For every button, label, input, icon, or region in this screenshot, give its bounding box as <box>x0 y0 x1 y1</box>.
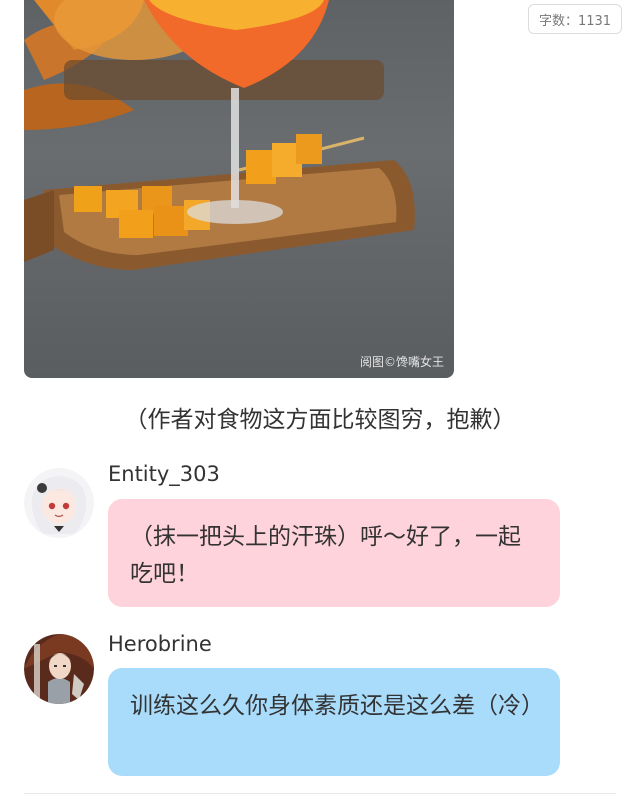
divider <box>24 793 616 794</box>
username-herobrine[interactable]: Herobrine <box>108 632 212 656</box>
username-entity-303[interactable]: Entity_303 <box>108 462 220 486</box>
anime-girl-avatar-icon <box>24 468 94 538</box>
cocktail-illustration <box>24 0 415 270</box>
story-caption: （作者对食物这方面比较图穷，抱歉） <box>124 407 516 433</box>
avatar-entity-303[interactable] <box>24 468 94 538</box>
food-photo[interactable]: 阅图©馋嘴女王 <box>24 0 454 378</box>
anime-boy-avatar-icon <box>24 634 94 704</box>
message-bubble: （抹一把头上的汗珠）呼～好了，一起吃吧！ <box>108 499 560 607</box>
message-bubble: 训练这么久你身体素质还是这么差（冷） <box>108 668 560 776</box>
photo-watermark: 阅图©馋嘴女王 <box>359 355 444 369</box>
word-count-badge: 字数：1131 <box>528 4 622 34</box>
avatar-herobrine[interactable] <box>24 634 94 704</box>
